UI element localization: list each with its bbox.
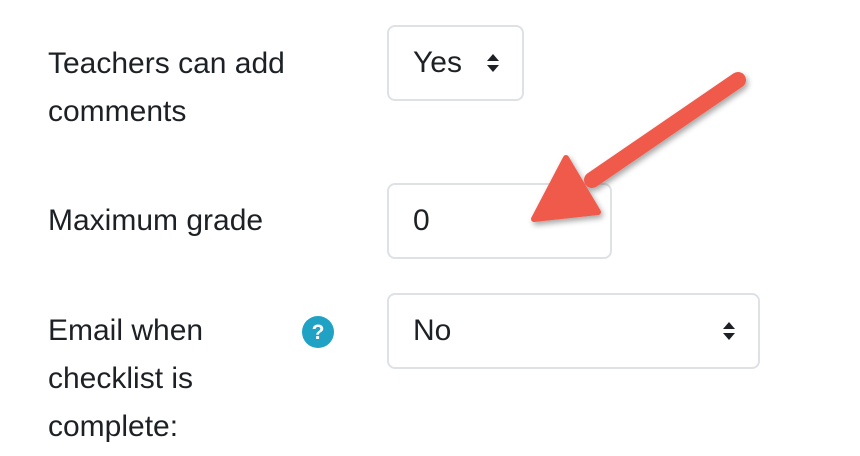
email-complete-select[interactable]: No xyxy=(387,293,760,369)
question-circle-icon[interactable]: ? xyxy=(302,316,334,348)
email-complete-label-line3: complete: xyxy=(48,410,179,443)
email-complete-label-line1: Email when xyxy=(48,314,204,347)
sort-arrows-icon xyxy=(487,54,499,72)
sort-arrows-icon xyxy=(723,322,735,340)
teacher-comments-label-line1: Teachers can add xyxy=(48,47,285,80)
teacher-comments-label-line2: comments xyxy=(48,95,187,128)
max-grade-value: 0 xyxy=(413,204,430,237)
form-section: Teachers can add comments Yes Maximum gr… xyxy=(0,0,860,456)
max-grade-input[interactable]: 0 xyxy=(387,183,612,259)
max-grade-label: Maximum grade xyxy=(48,204,264,237)
email-complete-label: Email when checklist is complete: xyxy=(48,307,203,451)
email-complete-label-line2: checklist is xyxy=(48,362,194,395)
email-complete-selected-value: No xyxy=(413,314,452,347)
teacher-comments-selected-value: Yes xyxy=(413,46,462,79)
teacher-comments-select[interactable]: Yes xyxy=(387,25,524,101)
teacher-comments-label: Teachers can add comments xyxy=(48,40,285,136)
